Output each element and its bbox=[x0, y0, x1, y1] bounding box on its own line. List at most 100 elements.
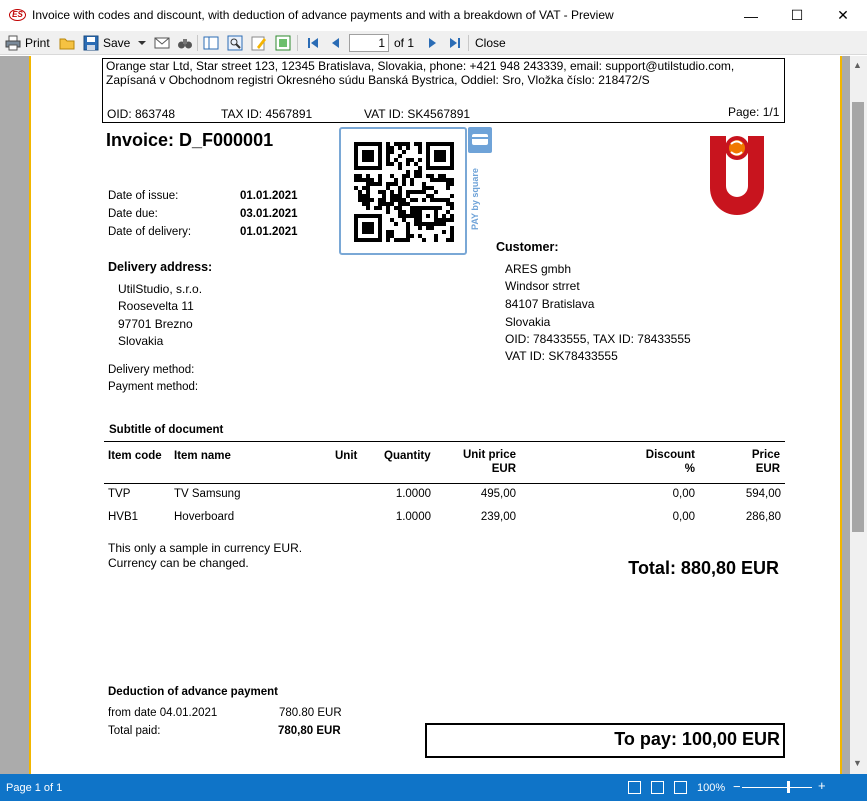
table-cell-unit-price: 495,00 bbox=[480, 488, 516, 500]
previous-page-button[interactable] bbox=[328, 33, 344, 53]
customer-line: VAT ID: SK78433555 bbox=[505, 349, 618, 363]
scroll-up-arrow-icon[interactable]: ▲ bbox=[853, 60, 862, 70]
previous-page-icon bbox=[328, 35, 344, 51]
column-header-price-currency: EUR bbox=[755, 463, 780, 475]
last-page-button[interactable] bbox=[447, 33, 463, 53]
save-label: Save bbox=[103, 36, 131, 50]
edit-button[interactable] bbox=[251, 33, 267, 53]
date-of-issue-label: Date of issue: bbox=[108, 190, 179, 202]
first-page-icon bbox=[305, 35, 321, 51]
zoom-out-button[interactable]: − bbox=[733, 779, 741, 794]
zoom-slider-thumb[interactable] bbox=[787, 781, 790, 793]
delivery-method-label: Delivery method: bbox=[108, 364, 195, 376]
status-page-text: Page 1 of 1 bbox=[6, 782, 63, 794]
column-header-discount-unit: % bbox=[684, 463, 695, 475]
note-line: Currency can be changed. bbox=[108, 556, 249, 570]
customer-title: Customer: bbox=[496, 240, 559, 254]
scrollbar-thumb[interactable] bbox=[852, 102, 864, 532]
customer-line: Slovakia bbox=[505, 315, 551, 329]
table-cell-code: HVB1 bbox=[108, 511, 139, 523]
table-cell-name: Hoverboard bbox=[174, 511, 235, 523]
minimize-button[interactable]: — bbox=[728, 0, 774, 31]
delivery-line: Roosevelta 11 bbox=[118, 299, 194, 313]
company-vat-id: VAT ID: SK4567891 bbox=[364, 107, 471, 121]
table-cell-discount: 0,00 bbox=[672, 511, 695, 523]
column-header-unit: Unit bbox=[335, 450, 358, 462]
table-header-rule bbox=[104, 483, 785, 484]
multi-page-view-icon[interactable] bbox=[674, 781, 687, 794]
customer-line: ARES gmbh bbox=[505, 262, 572, 276]
close-preview-button[interactable]: Close bbox=[475, 33, 506, 53]
table-cell-quantity: 1.0000 bbox=[395, 488, 431, 500]
email-button[interactable] bbox=[154, 33, 170, 53]
magnifier-icon bbox=[227, 35, 243, 51]
pay-card-icon bbox=[468, 127, 492, 153]
zoom-slider[interactable] bbox=[742, 787, 812, 788]
table-cell-quantity: 1.0000 bbox=[395, 511, 431, 523]
toolbar: Print Save 1 of 1 Close bbox=[0, 31, 867, 55]
column-header-item-name: Item name bbox=[174, 450, 231, 462]
customer-line: 84107 Bratislava bbox=[505, 297, 595, 311]
single-page-view-icon[interactable] bbox=[628, 781, 641, 794]
date-of-issue-value: 01.01.2021 bbox=[240, 190, 298, 202]
pay-by-square-label: PAY by square bbox=[470, 168, 480, 230]
deduction-date: from date 04.01.2021 bbox=[108, 707, 218, 719]
date-of-delivery-label: Date of delivery: bbox=[108, 226, 192, 238]
find-button[interactable] bbox=[177, 33, 193, 53]
zoom-button[interactable] bbox=[227, 33, 243, 53]
column-header-unit-price-currency: EUR bbox=[491, 463, 516, 475]
date-due-label: Date due: bbox=[108, 208, 158, 220]
next-page-icon bbox=[424, 35, 440, 51]
delivery-line: Slovakia bbox=[118, 334, 164, 348]
column-header-item-code: Item code bbox=[108, 450, 162, 462]
page-layout-icon bbox=[203, 35, 219, 51]
to-pay-amount: To pay: 100,00 EUR bbox=[614, 729, 780, 749]
company-tax-id: TAX ID: 4567891 bbox=[221, 107, 313, 121]
next-page-button[interactable] bbox=[424, 33, 440, 53]
date-due-value: 03.01.2021 bbox=[240, 208, 298, 220]
print-button[interactable]: Print bbox=[5, 33, 50, 53]
table-cell-price: 594,00 bbox=[745, 488, 781, 500]
title-bar: ES Invoice with codes and discount, with… bbox=[0, 0, 867, 31]
toolbar-separator bbox=[297, 35, 298, 51]
document-subtitle: Subtitle of document bbox=[109, 424, 224, 436]
qr-code-frame bbox=[339, 127, 467, 255]
save-button[interactable]: Save bbox=[83, 33, 130, 53]
invoice-total: Total: 880,80 EUR bbox=[628, 558, 779, 578]
last-page-icon bbox=[447, 35, 463, 51]
table-top-rule bbox=[104, 441, 785, 442]
page-number-input[interactable]: 1 bbox=[349, 34, 389, 52]
column-header-unit-price: Unit price bbox=[462, 449, 516, 461]
layout-button[interactable] bbox=[203, 33, 219, 53]
export-button[interactable] bbox=[275, 33, 291, 53]
export-page-icon bbox=[275, 35, 291, 51]
zoom-in-button[interactable]: + bbox=[818, 778, 826, 793]
company-logo bbox=[704, 130, 770, 223]
column-header-price: Price bbox=[751, 449, 780, 461]
invoice-title: Invoice: D_F000001 bbox=[106, 130, 274, 150]
qr-code bbox=[354, 142, 454, 242]
save-dropdown[interactable] bbox=[138, 33, 146, 53]
close-window-button[interactable]: ✕ bbox=[820, 0, 866, 31]
date-of-delivery-value: 01.01.2021 bbox=[240, 226, 298, 238]
deduction-amount: 780.80 EUR bbox=[279, 707, 342, 719]
two-page-view-icon[interactable] bbox=[651, 781, 664, 794]
maximize-button[interactable]: ☐ bbox=[774, 0, 820, 31]
open-button[interactable] bbox=[59, 33, 75, 53]
column-header-quantity: Quantity bbox=[384, 450, 431, 462]
delivery-line: 97701 Brezno bbox=[118, 317, 193, 331]
table-cell-name: TV Samsung bbox=[174, 488, 241, 500]
binoculars-icon bbox=[177, 35, 193, 51]
toolbar-separator bbox=[197, 35, 198, 51]
payment-method-label: Payment method: bbox=[108, 381, 199, 393]
scroll-down-arrow-icon[interactable]: ▼ bbox=[853, 758, 862, 768]
delivery-line: UtilStudio, s.r.o. bbox=[118, 282, 203, 296]
table-cell-price: 286,80 bbox=[745, 511, 781, 523]
company-address: Orange star Ltd, Star street 123, 12345 … bbox=[106, 59, 735, 73]
table-cell-discount: 0,00 bbox=[672, 488, 695, 500]
table-cell-code: TVP bbox=[108, 488, 131, 500]
page-indicator: Page: 1/1 bbox=[728, 105, 780, 119]
first-page-button[interactable] bbox=[305, 33, 321, 53]
app-icon: ES bbox=[9, 9, 26, 21]
toolbar-separator bbox=[468, 35, 469, 51]
